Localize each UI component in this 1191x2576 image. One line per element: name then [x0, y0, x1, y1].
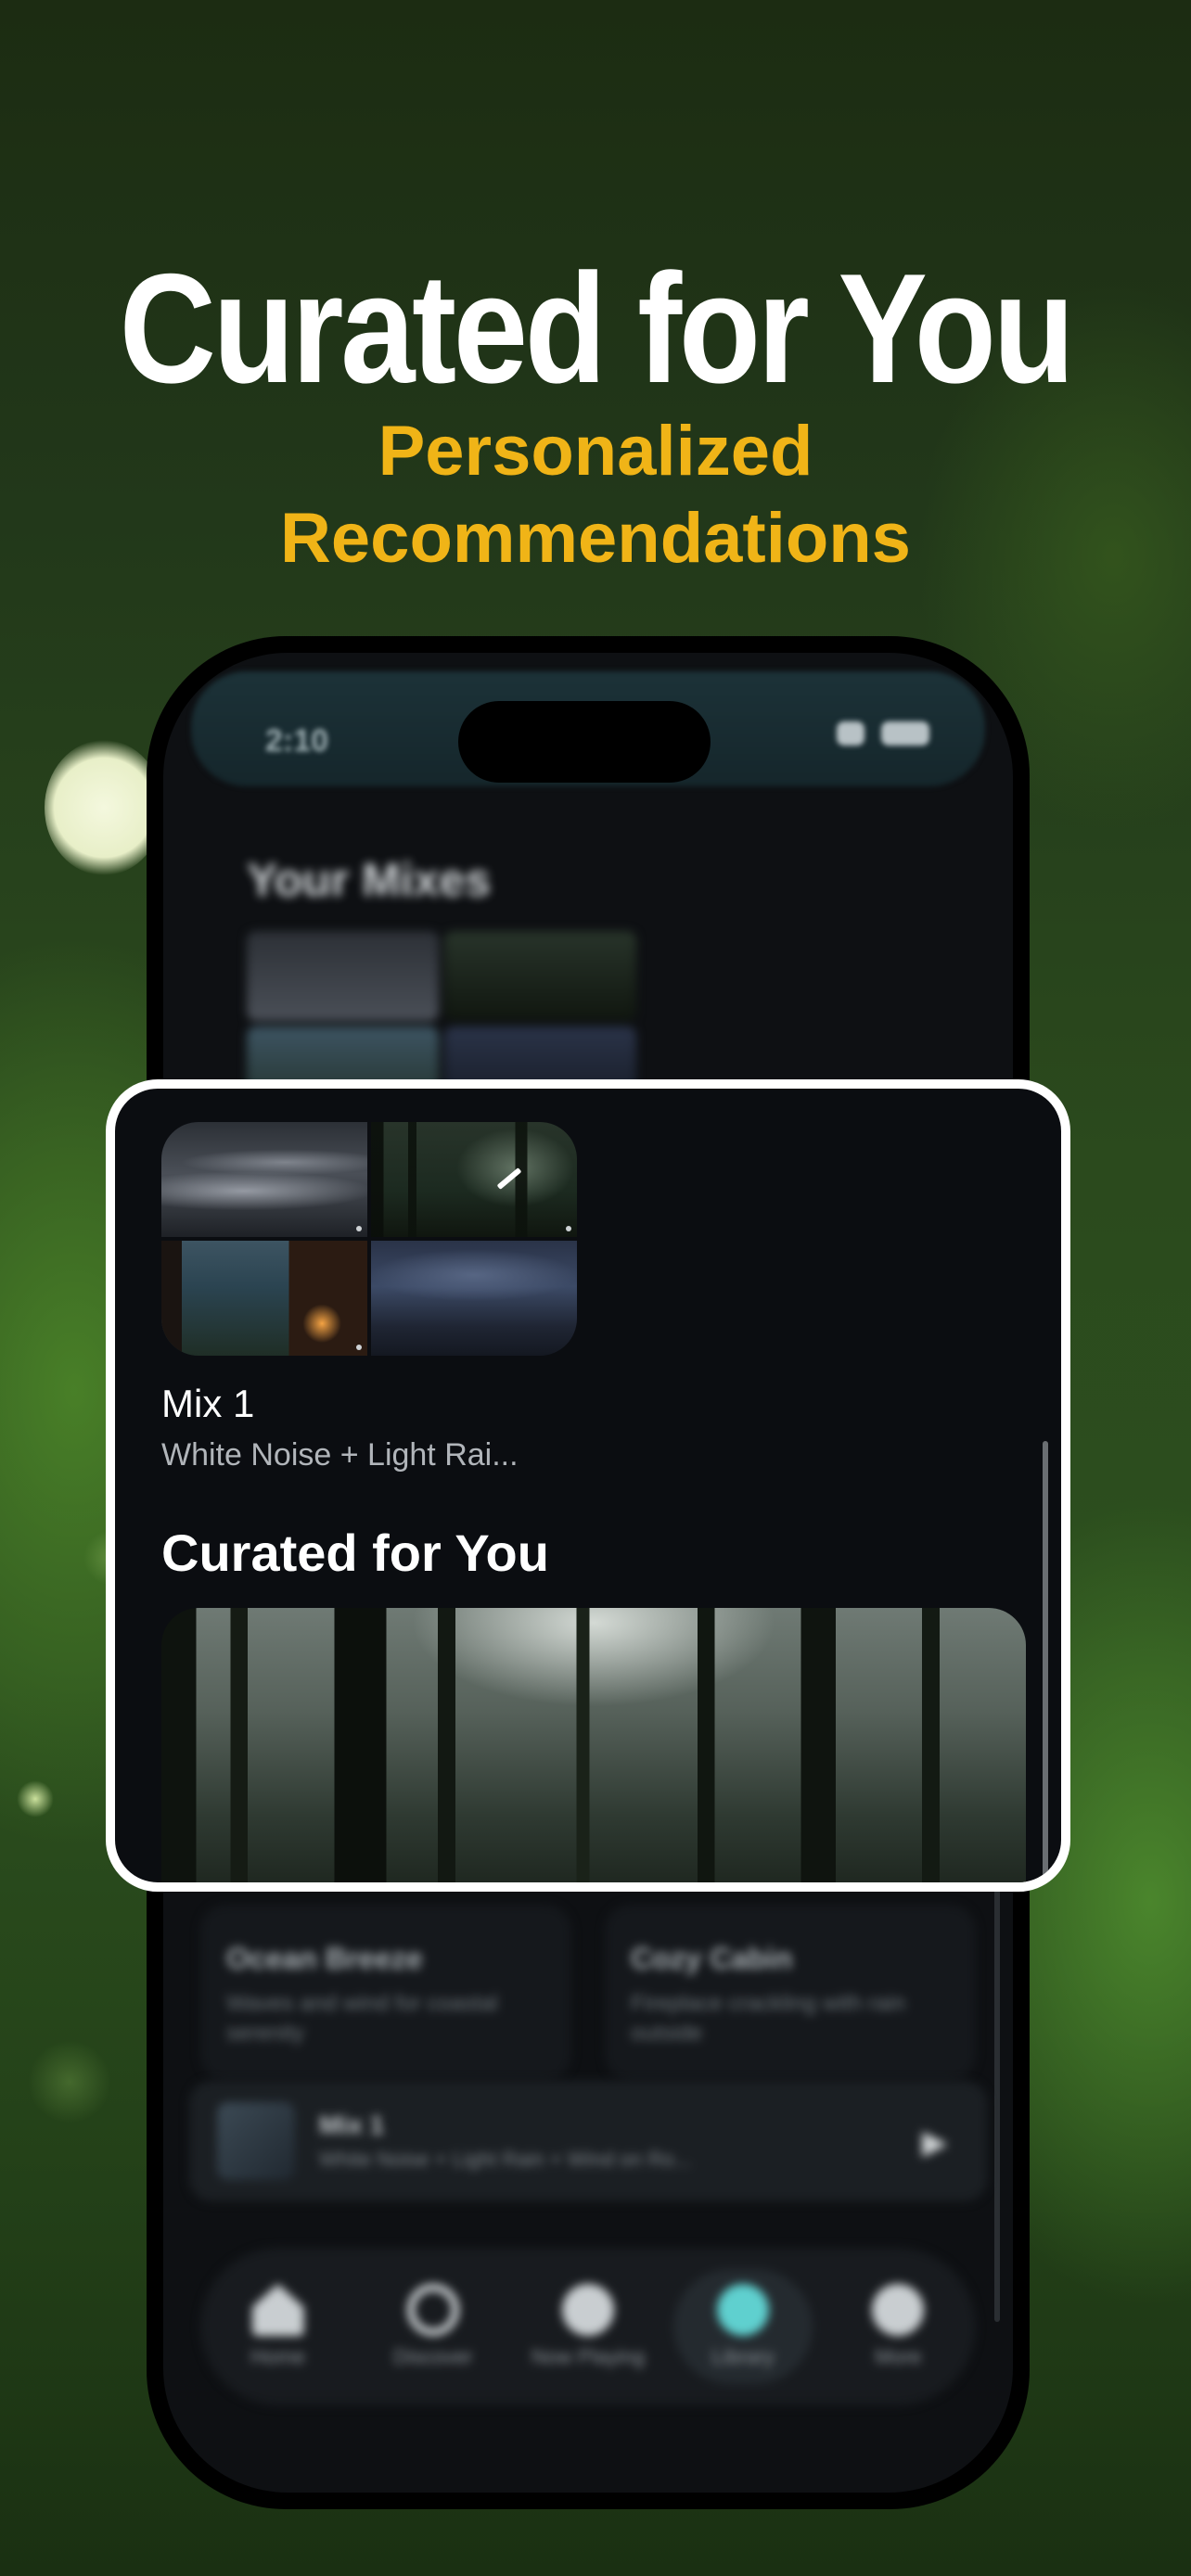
- white-noise-tile: [161, 1122, 367, 1237]
- tab-now-playing[interactable]: Now Playing: [519, 2269, 658, 2384]
- mini-player-subtitle: White Noise + Light Rain + Wind on Ro...: [319, 2148, 692, 2171]
- mini-player-title: Mix 1: [319, 2111, 385, 2139]
- cabin-tile: [161, 1241, 367, 1356]
- mix-title[interactable]: Mix 1: [161, 1382, 254, 1426]
- play-icon[interactable]: ▶: [922, 2123, 959, 2161]
- mini-player-artwork: [217, 2102, 295, 2180]
- card-cozy-cabin[interactable]: Cozy Cabin Fireplace crackling with rain…: [605, 1905, 976, 2081]
- promo-subline: Personalized Recommendations: [0, 408, 1191, 582]
- card-ocean-breeze[interactable]: Ocean Breeze Waves and wind for coastal …: [200, 1905, 571, 2081]
- battery-icon: [881, 721, 929, 746]
- mini-player[interactable]: Mix 1 White Noise + Light Rain + Wind on…: [189, 2081, 987, 2201]
- light-bokeh: [28, 2040, 111, 2123]
- tab-label: Library: [711, 2345, 775, 2368]
- tab-label: Discover: [392, 2345, 473, 2368]
- home-icon: [251, 2284, 304, 2336]
- tab-label: Now Playing: [531, 2345, 646, 2368]
- now-playing-icon: [561, 2284, 614, 2336]
- storm-tile: [371, 1241, 577, 1356]
- promo-subline-1: Personalized: [378, 412, 813, 491]
- card-title: Cozy Cabin: [631, 1942, 793, 1975]
- search-icon: [406, 2284, 459, 2336]
- more-icon: [872, 2284, 925, 2336]
- tab-label: More: [875, 2345, 922, 2368]
- tab-discover[interactable]: Discover: [364, 2269, 503, 2384]
- wifi-icon: [837, 721, 864, 746]
- mix-artwork[interactable]: [161, 1122, 577, 1356]
- light-bokeh: [17, 1780, 54, 1817]
- tab-label: Home: [250, 2345, 305, 2368]
- card-subtitle: Waves and wind for coastal serenity: [226, 1991, 498, 2046]
- moon-bokeh: [45, 740, 163, 875]
- highlight-panel: Mix 1 White Noise + Light Rai... Curated…: [106, 1079, 1070, 1892]
- curated-section-title: Curated for You: [161, 1524, 549, 1582]
- promo-headline: Curated for You: [119, 241, 1075, 415]
- curated-banner-image[interactable]: [161, 1608, 1026, 1882]
- tab-home[interactable]: Home: [209, 2269, 348, 2384]
- library-icon: [717, 2284, 770, 2336]
- card-title: Ocean Breeze: [226, 1942, 423, 1975]
- card-subtitle: Fireplace crackling with rain outside: [631, 1991, 906, 2046]
- tab-bar: Home Discover Now Playing Library More: [200, 2248, 976, 2405]
- status-time: 2:10: [265, 723, 329, 759]
- dynamic-island: [458, 701, 711, 783]
- scrollbar[interactable]: [1043, 1441, 1048, 1882]
- your-mixes-heading: Your Mixes: [247, 854, 492, 906]
- light-rain-tile: [371, 1122, 577, 1237]
- recommendation-cards: Ocean Breeze Waves and wind for coastal …: [200, 1905, 976, 2081]
- status-icons: [837, 721, 929, 746]
- mix-subtitle: White Noise + Light Rai...: [161, 1437, 519, 1473]
- tab-library[interactable]: Library: [673, 2269, 813, 2384]
- tab-more[interactable]: More: [828, 2269, 967, 2384]
- promo-subline-2: Recommendations: [280, 499, 911, 578]
